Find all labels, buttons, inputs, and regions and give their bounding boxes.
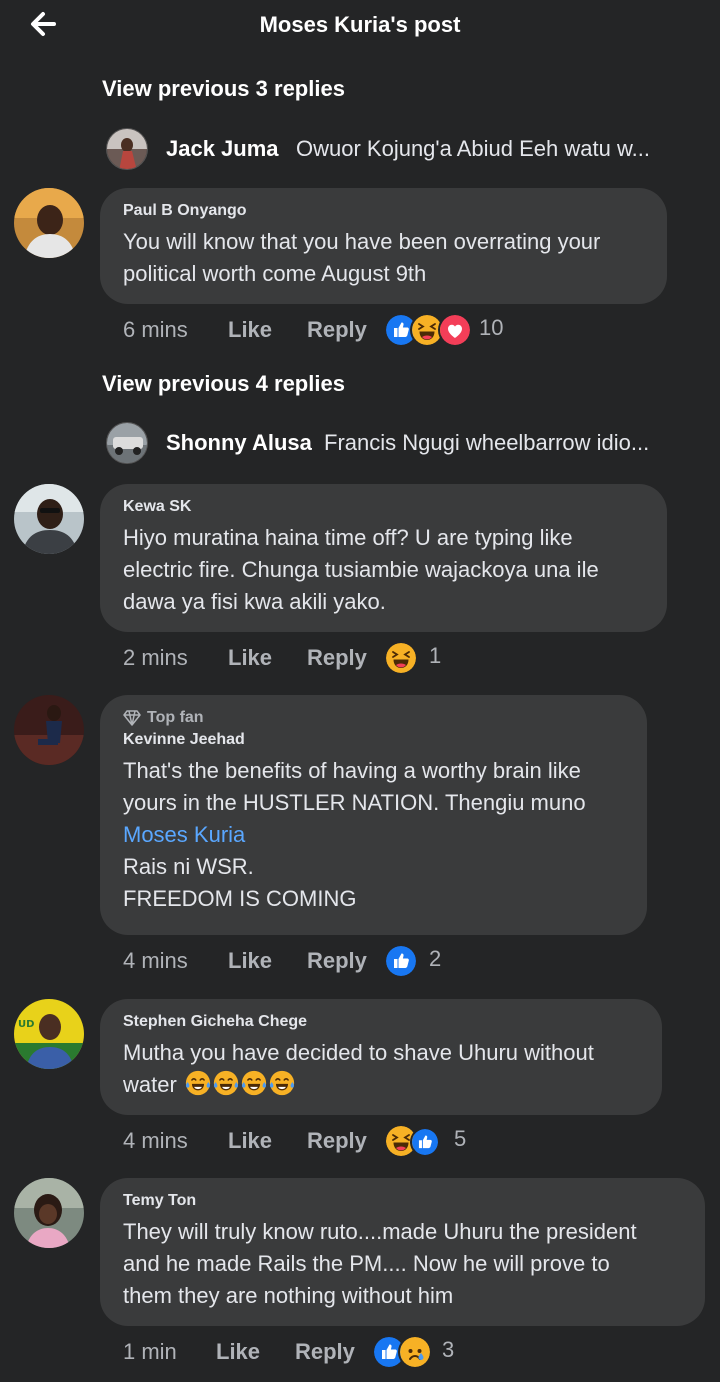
like-button[interactable]: Like (228, 645, 272, 671)
avatar[interactable] (14, 1178, 84, 1248)
comment-text-line: dawa ya fisi kwa akili yako. (123, 589, 386, 614)
comment-text-line: yours in the HUSTLER NATION. Thengiu mun… (123, 790, 586, 815)
haha-reaction-icon (384, 641, 418, 675)
comment-text-word: water (123, 1072, 177, 1097)
comment-text-line: them they are nothing without him (123, 1283, 454, 1308)
comment-text-line: and he made Rails the PM.... Now he will… (123, 1251, 610, 1276)
reply-button[interactable]: Reply (307, 948, 367, 974)
avatar[interactable] (106, 422, 148, 464)
like-reaction-icon (384, 944, 418, 978)
top-fan-badge: Top fan (123, 709, 625, 727)
tears-of-joy-emoji-icon (185, 1070, 211, 1096)
like-button[interactable]: Like (228, 1128, 272, 1154)
love-reaction-icon (438, 313, 472, 347)
like-button[interactable]: Like (228, 948, 272, 974)
comment-author[interactable]: Kevinne Jeehad (123, 731, 625, 749)
comment-actions: 1 min Like Reply (123, 1339, 543, 1373)
sad-reaction-icon (398, 1335, 432, 1369)
mention-link[interactable]: Moses Kuria (123, 819, 625, 851)
tears-of-joy-emoji-icon (213, 1070, 239, 1096)
reaction-summary[interactable]: 10 (384, 313, 514, 347)
tears-of-joy-emoji-icon (241, 1070, 267, 1096)
diamond-icon (123, 710, 141, 726)
reaction-summary[interactable]: 1 (384, 641, 464, 675)
like-button[interactable]: Like (216, 1339, 260, 1365)
collapsed-reply[interactable]: Shonny Alusa Francis Ngugi wheelbarrow i… (106, 422, 696, 466)
comment-text-line: political worth come August 9th (123, 261, 427, 286)
comment-text-line: That's the benefits of having a worthy b… (123, 758, 581, 783)
comment-text-line: electric fire. Chunga tusiambie wajackoy… (123, 557, 599, 582)
comment-text-line: Rais ni WSR. (123, 854, 254, 879)
timestamp: 1 min (123, 1339, 177, 1364)
comment-text-line: They will truly know ruto....made Uhuru … (123, 1219, 637, 1244)
reaction-summary[interactable]: 3 (372, 1335, 472, 1369)
comment-bubble: Temy Ton They will truly know ruto....ma… (100, 1178, 705, 1326)
comment-text-line: You will know that you have been overrat… (123, 229, 601, 254)
comment-bubble: Top fan Kevinne Jeehad That's the benefi… (100, 695, 647, 935)
timestamp: 6 mins (123, 317, 188, 342)
comment-text: That's the benefits of having a worthy b… (123, 755, 625, 915)
comment-text-line: water (123, 1069, 640, 1101)
app-header: Moses Kuria's post (0, 0, 720, 56)
reply-button[interactable]: Reply (295, 1339, 355, 1365)
timestamp: 2 mins (123, 645, 188, 670)
comment-text-line: Mutha you have decided to shave Uhuru wi… (123, 1040, 594, 1065)
reaction-count: 5 (454, 1126, 467, 1151)
avatar[interactable] (14, 484, 84, 554)
reply-button[interactable]: Reply (307, 1128, 367, 1154)
svg-text:UD: UD (18, 1019, 34, 1030)
avatar[interactable] (14, 188, 84, 258)
comment-author[interactable]: Stephen Gicheha Chege (123, 1013, 640, 1031)
avatar[interactable] (106, 128, 148, 170)
comment-text-line: Hiyo muratina haina time off? U are typi… (123, 525, 573, 550)
comment-bubble: Paul B Onyango You will know that you ha… (100, 188, 667, 304)
comment-actions: 4 mins Like Reply (123, 948, 543, 982)
reaction-summary[interactable]: 5 (384, 1124, 484, 1158)
view-previous-replies-link[interactable]: View previous 4 replies (102, 371, 345, 397)
tears-of-joy-emoji-icon (269, 1070, 295, 1096)
reaction-summary[interactable]: 2 (384, 944, 464, 978)
page-title: Moses Kuria's post (259, 12, 461, 37)
reply-preview-text: Owuor Kojung'a Abiud Eeh watu w... (296, 136, 650, 161)
reaction-count: 3 (442, 1337, 455, 1362)
comment-author[interactable]: Paul B Onyango (123, 202, 645, 220)
collapsed-reply[interactable]: Jack Juma Owuor Kojung'a Abiud Eeh watu … (106, 128, 696, 172)
reply-button[interactable]: Reply (307, 317, 367, 343)
top-fan-label: Top fan (147, 709, 204, 726)
commenter-name[interactable]: Shonny Alusa (166, 430, 312, 456)
reaction-count: 2 (429, 946, 442, 971)
avatar[interactable] (14, 695, 84, 765)
like-button[interactable]: Like (228, 317, 272, 343)
comment-text: They will truly know ruto....made Uhuru … (123, 1216, 683, 1312)
timestamp: 4 mins (123, 1128, 188, 1153)
comment-text: You will know that you have been overrat… (123, 226, 645, 290)
comment-actions: 2 mins Like Reply (123, 645, 543, 679)
view-previous-replies-link[interactable]: View previous 3 replies (102, 76, 345, 102)
comment-author[interactable]: Temy Ton (123, 1192, 683, 1210)
reply-preview-text: Francis Ngugi wheelbarrow idio... (324, 430, 650, 455)
reaction-count: 10 (479, 315, 504, 340)
avatar[interactable]: UD (14, 999, 84, 1069)
comment-text: Hiyo muratina haina time off? U are typi… (123, 522, 645, 618)
timestamp: 4 mins (123, 948, 188, 973)
comment-bubble: Kewa SK Hiyo muratina haina time off? U … (100, 484, 667, 632)
like-reaction-icon (410, 1127, 440, 1157)
comment-author[interactable]: Kewa SK (123, 498, 645, 516)
comment-bubble: Stephen Gicheha Chege Mutha you have dec… (100, 999, 662, 1115)
reply-button[interactable]: Reply (307, 645, 367, 671)
comment-text-line: FREEDOM IS COMING (123, 886, 357, 911)
comment-text: Mutha you have decided to shave Uhuru wi… (123, 1037, 640, 1101)
commenter-name[interactable]: Jack Juma (166, 136, 279, 162)
reaction-count: 1 (429, 643, 442, 668)
